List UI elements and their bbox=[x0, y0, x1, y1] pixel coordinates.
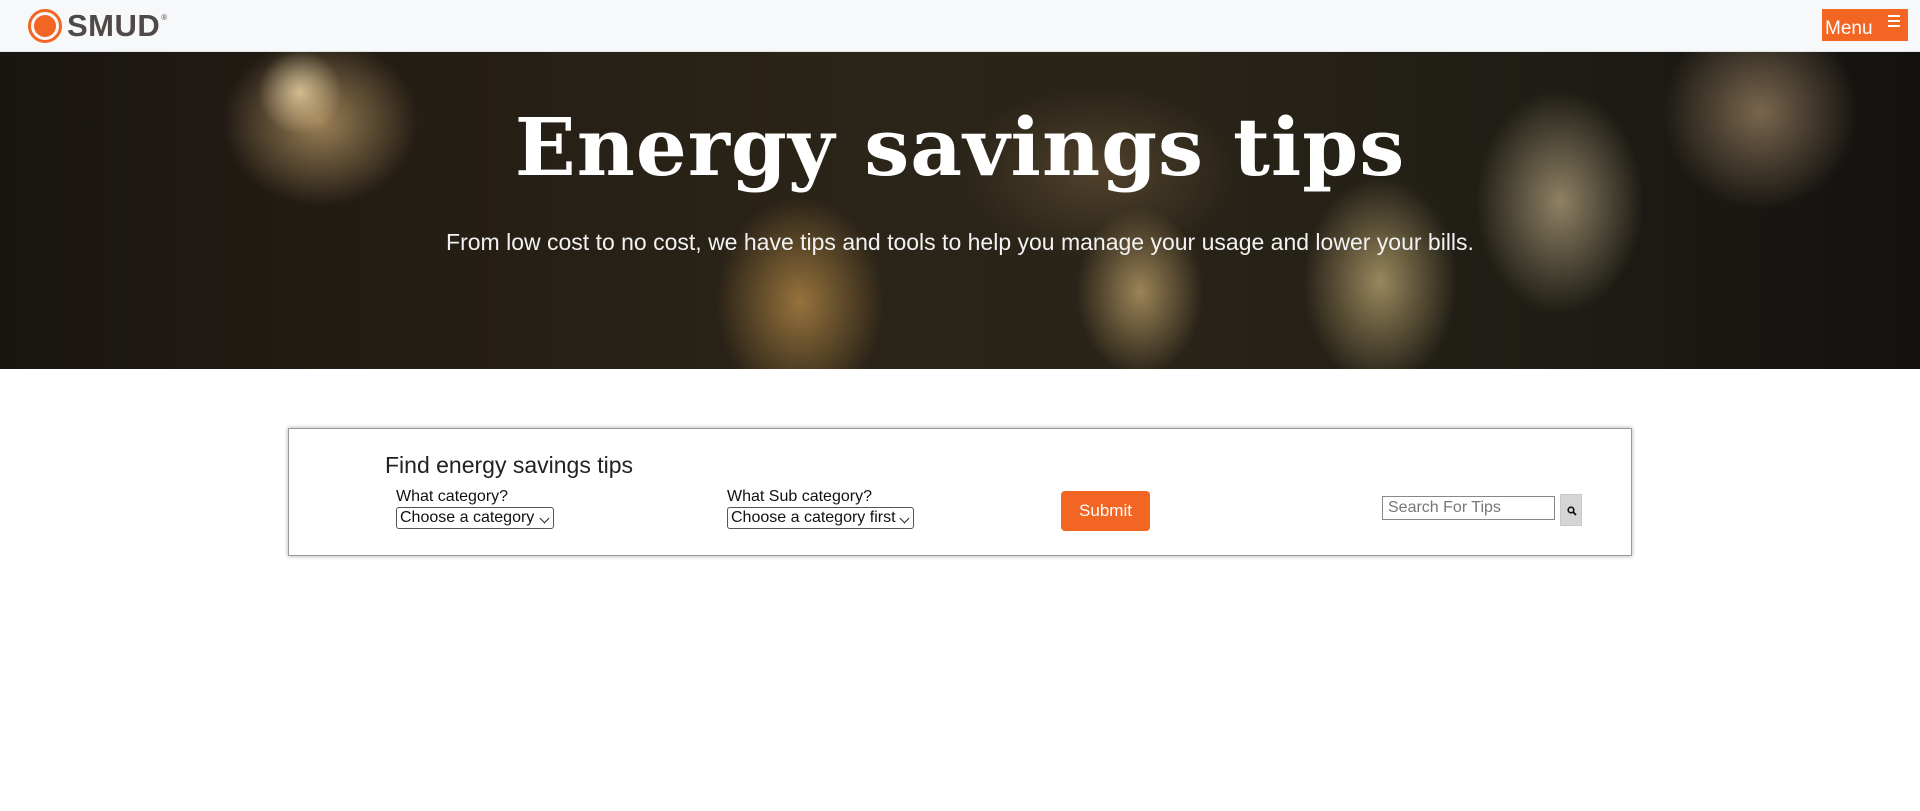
hero-banner: Energy savings tips From low cost to no … bbox=[0, 52, 1920, 369]
subcategory-select[interactable]: Choose a category first bbox=[727, 507, 914, 529]
search-icon bbox=[1567, 506, 1577, 516]
top-bar: SMUD ® Menu bbox=[0, 0, 1920, 52]
category-select[interactable]: Choose a category bbox=[396, 507, 554, 529]
chevron-down-icon bbox=[539, 513, 550, 524]
menu-label: Menu bbox=[1825, 18, 1873, 39]
logo-text: SMUD bbox=[67, 8, 161, 43]
submit-button[interactable]: Submit bbox=[1061, 491, 1150, 531]
tip-finder-panel: Find energy savings tips What category? … bbox=[288, 428, 1632, 556]
search-button[interactable] bbox=[1560, 494, 1582, 526]
hamburger-icon bbox=[1888, 15, 1900, 30]
category-label: What category? bbox=[396, 488, 509, 505]
finder-title: Find energy savings tips bbox=[385, 452, 634, 478]
registered-mark: ® bbox=[161, 13, 168, 22]
category-select-value: Choose a category bbox=[400, 509, 535, 526]
smud-logo[interactable]: SMUD ® bbox=[28, 9, 167, 43]
subcategory-label: What Sub category? bbox=[727, 488, 872, 505]
menu-button[interactable]: Menu bbox=[1822, 9, 1908, 41]
search-input[interactable] bbox=[1382, 496, 1555, 520]
subcategory-select-value: Choose a category first bbox=[731, 509, 896, 526]
smud-logo-mark-icon bbox=[28, 9, 62, 43]
page-title: Energy savings tips bbox=[514, 100, 1406, 194]
hero-subtitle: From low cost to no cost, we have tips a… bbox=[446, 229, 1474, 255]
chevron-down-icon bbox=[899, 513, 910, 524]
